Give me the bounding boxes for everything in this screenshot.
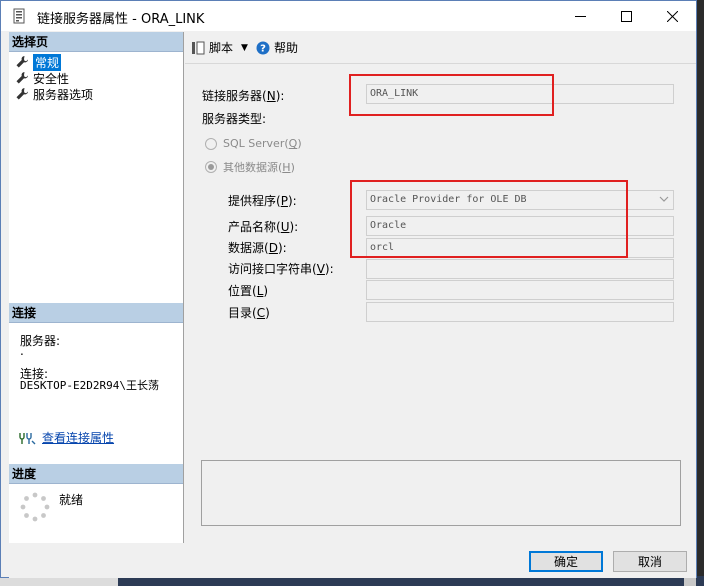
radio-dot <box>205 137 217 150</box>
connection-section-header: 连接 <box>9 303 183 323</box>
catalog-input[interactable] <box>366 302 674 322</box>
highlight-box-linked-server <box>349 74 554 116</box>
close-icon <box>666 10 678 22</box>
app-icon <box>13 8 25 24</box>
radio-sql-server-label: SQL Server(Q) <box>223 137 302 150</box>
linked-server-label: 链接服务器(N): <box>202 89 285 103</box>
sidebar-item-label: 常规 <box>33 53 62 71</box>
view-connection-properties[interactable]: 查看连接属性 <box>18 429 114 446</box>
highlight-box-provider-details <box>350 180 628 258</box>
ok-button[interactable]: 确定 <box>529 551 603 572</box>
dialog-button-bar: 确定 取消 <box>9 544 696 578</box>
progress-section-header: 进度 <box>9 464 183 484</box>
help-button[interactable]: ? 帮助 <box>256 39 298 56</box>
wrench-icon <box>16 56 28 68</box>
chevron-down-icon <box>659 196 669 202</box>
script-label: 脚本 <box>209 41 234 55</box>
radio-sql-server[interactable]: SQL Server(Q) <box>205 137 302 150</box>
radio-other-data-source-label: 其他数据源(H) <box>223 161 295 174</box>
sidebar-item-label: 服务器选项 <box>33 87 94 102</box>
script-button[interactable]: 脚本 <box>191 39 233 56</box>
progress-spinner-icon <box>20 492 50 522</box>
toolbar: 脚本 ▼ ? 帮助 <box>185 32 696 64</box>
close-button[interactable] <box>649 1 695 31</box>
wrench-icon <box>16 88 28 100</box>
location-label: 位置(L) <box>228 284 269 298</box>
sidebar-item-server-options[interactable]: 服务器选项 <box>15 86 93 102</box>
svg-text:?: ? <box>260 43 266 54</box>
pages-section-header: 选择页 <box>9 32 183 52</box>
sidebar-item-label: 安全性 <box>33 71 70 86</box>
catalog-label: 目录(C) <box>228 306 270 320</box>
script-icon <box>192 41 205 54</box>
sidebar-item-security[interactable]: 安全性 <box>15 70 69 86</box>
product-name-label: 产品名称(U): <box>228 220 299 234</box>
help-icon: ? <box>256 41 270 54</box>
minimize-button[interactable] <box>557 1 603 31</box>
linked-server-properties-dialog: 链接服务器属性 - ORA_LINK 选择页 常规 安全性 服务器选项 连接 服… <box>0 0 697 578</box>
cancel-button[interactable]: 取消 <box>613 551 687 572</box>
server-type-label: 服务器类型: <box>202 112 267 126</box>
server-value: . <box>20 344 24 358</box>
window-title: 链接服务器属性 - ORA_LINK <box>37 12 205 27</box>
general-page-panel: 脚本 ▼ ? 帮助 链接服务器(N): ORA_LINK 服务器类型: SQL … <box>185 32 696 543</box>
maximize-icon <box>620 10 632 22</box>
connection-value: DESKTOP-E2D2R94\王长荡 <box>20 379 159 392</box>
sidebar-item-general[interactable]: 常规 <box>15 53 62 71</box>
view-connection-properties-link[interactable]: 查看连接属性 <box>42 429 114 446</box>
maximize-button[interactable] <box>603 1 649 31</box>
sidebar: 选择页 常规 安全性 服务器选项 连接 服务器: . 连接: DESKTOP-E… <box>9 32 184 543</box>
help-label: 帮助 <box>273 41 298 55</box>
progress-status: 就绪 <box>59 493 84 507</box>
server-label: 服务器: <box>20 334 61 348</box>
provider-label: 提供程序(P): <box>228 194 297 208</box>
provider-string-label: 访问接口字符串(V): <box>228 262 334 276</box>
progress-indicator: 就绪 <box>19 491 83 523</box>
message-area <box>201 460 681 526</box>
location-input[interactable] <box>366 280 674 300</box>
radio-other-data-source[interactable]: 其他数据源(H) <box>205 159 295 175</box>
connection-properties-icon <box>19 432 36 444</box>
wrench-icon <box>16 72 28 84</box>
provider-string-input[interactable] <box>366 259 674 279</box>
data-source-label: 数据源(D): <box>228 241 287 255</box>
title-bar[interactable]: 链接服务器属性 - ORA_LINK <box>1 1 696 31</box>
script-dropdown-arrow[interactable]: ▼ <box>241 43 248 53</box>
radio-dot <box>205 161 217 173</box>
minimize-icon <box>574 15 586 17</box>
